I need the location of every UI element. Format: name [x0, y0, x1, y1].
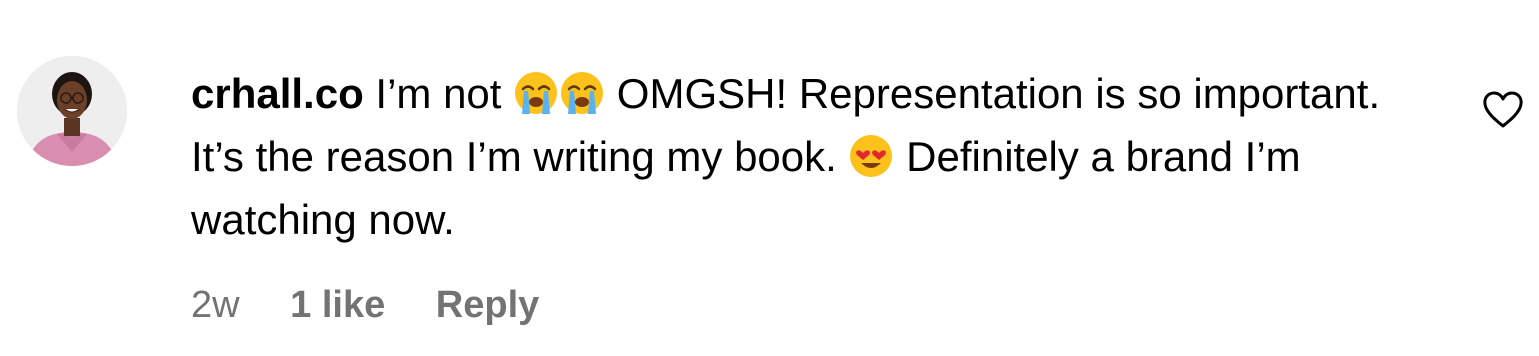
- avatar[interactable]: [17, 56, 127, 166]
- comment-item: crhall.co I’m not OMGSH! Representation …: [0, 0, 1539, 356]
- heart-outline-icon[interactable]: [1481, 90, 1525, 130]
- comment-timestamp[interactable]: 2w: [191, 284, 240, 326]
- comment-like-count[interactable]: 1 like: [290, 284, 385, 326]
- comment-username[interactable]: crhall.co: [191, 70, 364, 117]
- loudly-crying-face-emoji-icon: [559, 70, 605, 116]
- comment-text-part: I’m not: [363, 70, 514, 117]
- smiling-face-with-heart-eyes-emoji-icon: [848, 133, 894, 179]
- comment-body: crhall.co I’m not OMGSH! Representation …: [191, 62, 1391, 251]
- loudly-crying-face-emoji-icon: [513, 70, 559, 116]
- comment-meta: 2w 1 like Reply: [191, 280, 579, 330]
- reply-button[interactable]: Reply: [436, 284, 539, 326]
